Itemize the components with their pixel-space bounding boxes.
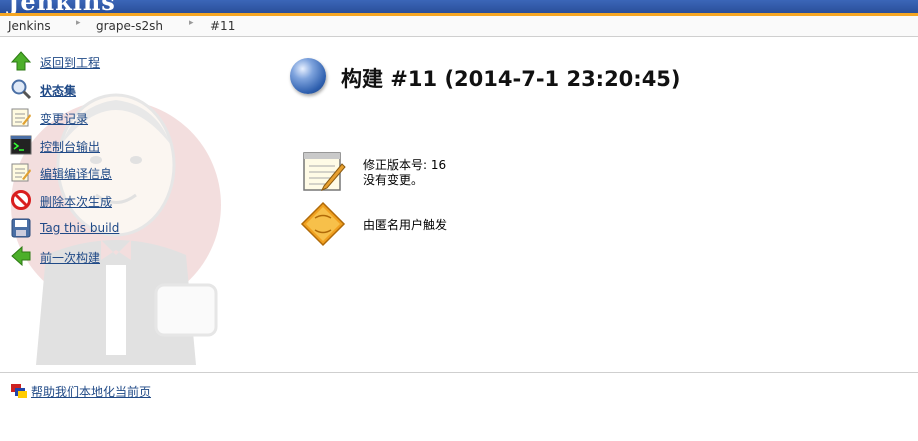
flags-icon xyxy=(11,384,27,398)
left-arrow-icon xyxy=(11,245,31,267)
build-cause-text: 由匿名用户触发 xyxy=(363,218,448,232)
page-title: 构建 #11 (2014-7-1 23:20:45) xyxy=(341,67,681,91)
notepad-icon xyxy=(11,163,31,182)
sidebar-item-label[interactable]: 前一次构建 xyxy=(40,249,100,266)
no-entry-icon xyxy=(11,190,31,210)
breadcrumb-project[interactable]: grape-s2sh xyxy=(96,19,163,33)
top-header: Jenkins xyxy=(0,0,918,13)
localize-link-label[interactable]: 帮助我们本地化当前页 xyxy=(31,383,151,400)
build-status-ball-icon xyxy=(290,58,326,94)
footer-divider xyxy=(0,372,918,373)
notepad-icon xyxy=(11,108,31,127)
save-icon xyxy=(11,218,31,238)
sidebar-item-label[interactable]: 控制台输出 xyxy=(40,138,100,155)
breadcrumb-build[interactable]: #11 xyxy=(210,19,235,33)
breadcrumb-separator: ▸ xyxy=(189,18,194,28)
sidebar-item-label[interactable]: 编辑编译信息 xyxy=(40,165,112,182)
breadcrumb-jenkins[interactable]: Jenkins xyxy=(8,19,51,33)
notepad-icon xyxy=(303,152,346,191)
sidebar-item-label[interactable]: 删除本次生成 xyxy=(40,193,112,210)
no-changes-text: 没有变更。 xyxy=(363,173,424,187)
terminal-icon xyxy=(10,135,32,155)
sidebar-item-label[interactable]: Tag this build xyxy=(40,221,119,235)
jenkins-logo[interactable]: Jenkins xyxy=(8,0,116,13)
sidebar-item-label[interactable]: 状态集 xyxy=(40,82,76,99)
breadcrumb: Jenkins ▸ grape-s2sh ▸ #11 xyxy=(0,16,918,37)
sidebar-item-label[interactable]: 变更记录 xyxy=(40,110,88,127)
revision-text: 修正版本号: 16 xyxy=(363,158,447,172)
sidebar-item-label[interactable]: 返回到工程 xyxy=(40,54,100,71)
trigger-diamond-icon xyxy=(300,201,346,247)
up-arrow-icon xyxy=(10,51,32,71)
revision-info: 修正版本号: 16 没有变更。 xyxy=(363,158,446,188)
breadcrumb-separator: ▸ xyxy=(76,18,81,28)
magnifier-icon xyxy=(11,79,32,100)
jenkins-butler-watermark xyxy=(11,93,221,365)
